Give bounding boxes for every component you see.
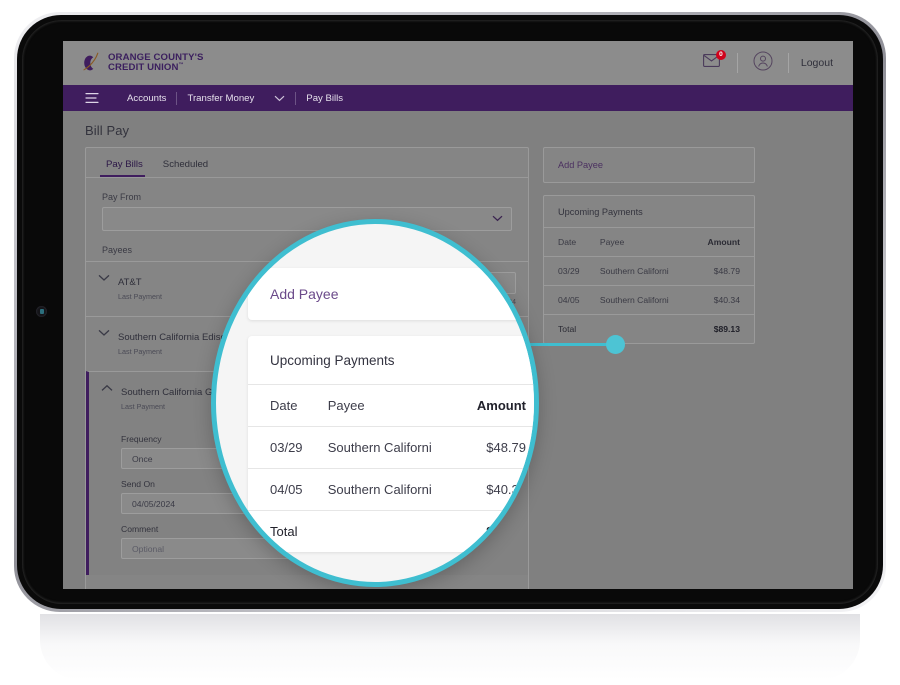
table-row: 03/29 Southern Californi $48.79: [544, 256, 754, 286]
magnified-add-payee-card: Add Payee: [248, 268, 534, 320]
magnifier-lens: Add Payee Upcoming Payments Date Payee A…: [211, 219, 539, 587]
page-body: Bill Pay Pay Bills Scheduled Pay From Pa…: [63, 111, 853, 589]
pay-from-section: Pay From: [86, 178, 528, 243]
column-header-amount: Amount: [690, 228, 754, 257]
table-row: 03/29 Southern Californi $48.79: [248, 426, 534, 469]
table-row: 04/05 Southern Californi $40.34: [248, 468, 534, 511]
chevron-down-icon: [492, 214, 503, 224]
column-header-date: Date: [248, 385, 320, 427]
total-label: Total: [270, 524, 298, 539]
user-avatar-icon: [753, 51, 773, 76]
tablet-screen: ORANGE COUNTY'S CREDIT UNION™ 0 Logout A…: [63, 41, 853, 589]
message-count-badge: 0: [715, 50, 726, 60]
leaf-crescent-logo-icon: [81, 51, 101, 75]
app-header: ORANGE COUNTY'S CREDIT UNION™ 0 Logout: [63, 41, 853, 85]
cell-amount: $48.79: [457, 426, 534, 469]
table-header-row: Date Payee Amount: [248, 385, 534, 427]
header-actions: 0 Logout: [695, 50, 837, 76]
nav-item-pay-bills[interactable]: Pay Bills: [296, 93, 353, 104]
magnifier-content: Add Payee Upcoming Payments Date Payee A…: [248, 268, 534, 553]
cell-payee: Southern Californi: [319, 426, 458, 469]
table-total-row: Total $89.13: [544, 315, 754, 344]
magnified-add-payee-link[interactable]: Add Payee: [248, 268, 534, 320]
messages-button[interactable]: 0: [695, 50, 729, 72]
bill-pay-tabs: Pay Bills Scheduled: [86, 148, 528, 178]
upcoming-payments-card: Upcoming Payments Date Payee Amount 03/2…: [543, 195, 755, 344]
cell-amount: $48.79: [690, 256, 754, 286]
tablet-reflection: [40, 614, 860, 680]
total-amount: $89.13: [486, 524, 526, 539]
cell-amount: $40.34: [690, 285, 754, 315]
pay-from-select[interactable]: [102, 207, 512, 231]
send-on-value: 04/05/2024: [132, 498, 176, 509]
main-nav: Accounts Transfer Money Pay Bills: [63, 85, 853, 111]
nav-item-accounts[interactable]: Accounts: [117, 93, 176, 104]
frequency-value: Once: [132, 453, 153, 464]
profile-button[interactable]: [746, 51, 780, 76]
pay-from-label: Pay From: [102, 192, 142, 202]
tablet-bezel: ORANGE COUNTY'S CREDIT UNION™ 0 Logout A…: [17, 15, 883, 609]
upcoming-payments-table: Date Payee Amount 03/29 Southern Califor…: [544, 228, 754, 343]
table-row: 04/05 Southern Californi $40.34: [544, 285, 754, 315]
chevron-down-icon[interactable]: [96, 327, 112, 337]
add-payee-link[interactable]: Add Payee: [544, 148, 754, 182]
payee-name: Southern California Edison: [118, 332, 232, 343]
payee-name: Southern California Gas: [121, 387, 223, 398]
column-header-payee: Payee: [319, 385, 458, 427]
tablet-device: ORANGE COUNTY'S CREDIT UNION™ 0 Logout A…: [14, 12, 886, 612]
comment-placeholder: Optional: [132, 543, 165, 554]
nav-item-transfer-money[interactable]: Transfer Money: [177, 93, 264, 104]
logout-button[interactable]: Logout: [797, 57, 837, 69]
upcoming-payments-title: Upcoming Payments: [544, 196, 754, 228]
column-header-date: Date: [544, 228, 594, 257]
hamburger-menu-icon[interactable]: [85, 92, 101, 104]
total-amount: $89.13: [713, 324, 740, 334]
screenshot-stage: ORANGE COUNTY'S CREDIT UNION™ 0 Logout A…: [0, 0, 900, 685]
cell-payee: Southern Californi: [593, 285, 691, 315]
cell-amount: $40.34: [457, 468, 534, 511]
table-header-row: Date Payee Amount: [544, 228, 754, 257]
magnified-upcoming-payments-card: Upcoming Payments Date Payee Amount 03/2…: [248, 336, 534, 553]
table-total-row: Total $89.13: [248, 511, 534, 553]
magnified-payments-table: Date Payee Amount 03/29 Southern Califor…: [248, 385, 534, 553]
header-divider-2: [787, 53, 789, 73]
cell-payee: Southern Californi: [319, 468, 458, 511]
tablet-camera-icon: [36, 306, 47, 317]
magnifier-connector-dot: [606, 335, 625, 354]
add-payee-card[interactable]: Add Payee: [543, 147, 755, 183]
trademark-symbol: ™: [178, 61, 184, 68]
column-header-amount: Amount: [457, 385, 534, 427]
brand-line-2: CREDIT UNION™: [108, 61, 184, 74]
magnified-upcoming-title: Upcoming Payments: [248, 336, 534, 385]
brand-name: ORANGE COUNTY'S CREDIT UNION™: [108, 53, 203, 73]
cell-payee: Southern Californi: [593, 256, 691, 286]
tab-pay-bills[interactable]: Pay Bills: [100, 148, 157, 177]
cell-date: 03/29: [248, 426, 320, 469]
column-header-payee: Payee: [593, 228, 691, 257]
chevron-up-icon[interactable]: [99, 382, 115, 392]
header-divider-1: [736, 53, 738, 73]
page-title: Bill Pay: [85, 123, 130, 138]
brand-logo[interactable]: ORANGE COUNTY'S CREDIT UNION™: [81, 51, 203, 75]
total-spacer: [320, 511, 458, 553]
cell-date: 04/05: [248, 468, 320, 511]
chevron-down-icon[interactable]: [264, 95, 295, 102]
cell-date: 03/29: [544, 256, 594, 286]
tab-scheduled[interactable]: Scheduled: [157, 148, 222, 177]
cell-date: 04/05: [544, 285, 594, 315]
payee-name: AT&T: [118, 277, 142, 288]
side-column: Add Payee Upcoming Payments Date Payee A…: [543, 147, 755, 356]
total-label: Total: [558, 324, 577, 334]
chevron-down-icon[interactable]: [96, 272, 112, 282]
